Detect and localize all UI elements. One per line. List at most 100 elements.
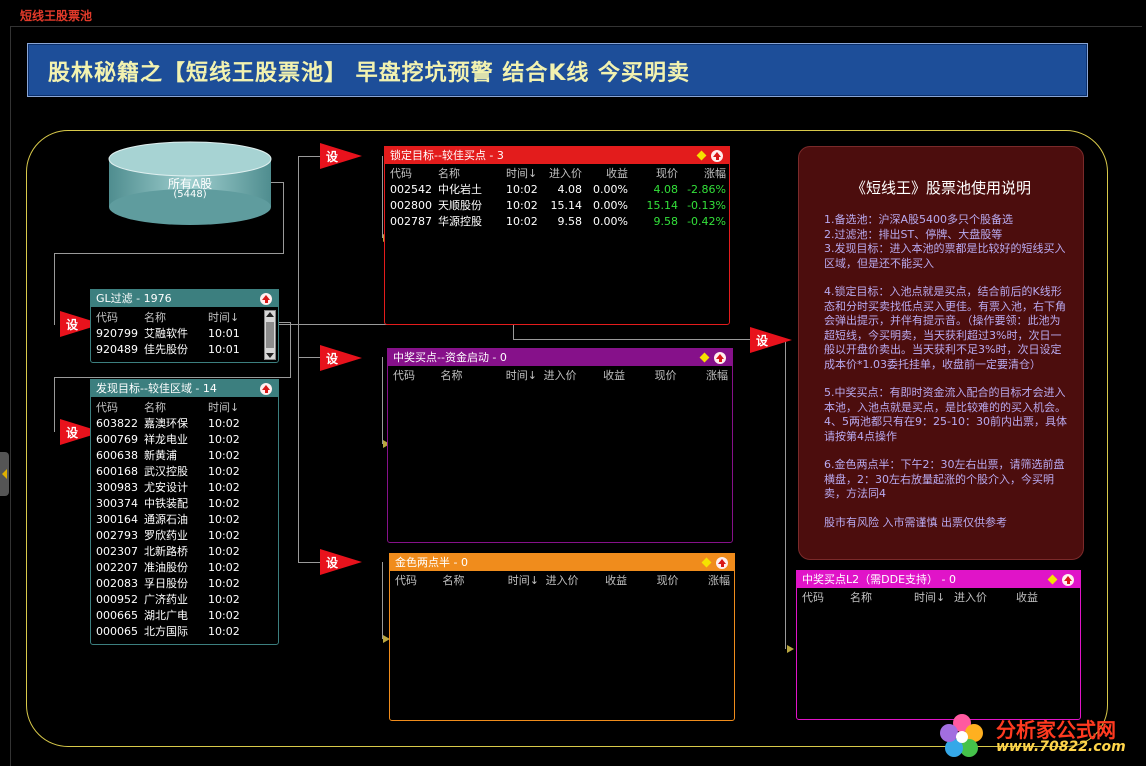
table-row[interactable]: 600168 武汉控股 10:02 (96, 463, 258, 479)
stock-name: 武汉控股 (144, 465, 188, 478)
connector (54, 377, 291, 378)
table-row[interactable]: 002787 华源控股 10:02 9.58 0.00% 9.58 -0.42% (390, 213, 726, 229)
diamond-icon[interactable] (696, 150, 707, 161)
column-header[interactable]: 时间↓ (208, 399, 258, 415)
stock-code: 600168 (96, 464, 138, 478)
stock-name: 罗欣药业 (144, 529, 188, 542)
diamond-icon[interactable] (701, 557, 712, 568)
stock-code: 002542 (390, 182, 432, 196)
table-row[interactable]: 000665 湖北广电 10:02 (96, 607, 258, 623)
table-row[interactable]: 002083 孚日股份 10:02 (96, 575, 258, 591)
column-header[interactable]: 现价 (655, 367, 706, 383)
diamond-icon[interactable] (699, 352, 710, 363)
flag-icon[interactable]: 设 (320, 143, 362, 169)
column-header[interactable]: 现价 (657, 572, 708, 588)
stock-name: 嘉澳环保 (144, 417, 188, 430)
table-row[interactable]: 300374 中铁装配 10:02 (96, 495, 258, 511)
table-row[interactable]: 000952 广济药业 10:02 (96, 591, 258, 607)
diamond-icon[interactable] (1047, 574, 1058, 585)
up-arrow-icon[interactable] (714, 351, 726, 364)
table-row[interactable]: 002800 天顺股份 10:02 15.14 0.00% 15.14 -0.13% (390, 197, 726, 213)
scroll-down-icon[interactable] (266, 353, 274, 358)
entry-time: 10:02 (208, 512, 240, 526)
table-row[interactable]: 603822 嘉澳环保 10:02 (96, 415, 258, 431)
stock-code: 002800 (390, 198, 432, 212)
current-price: 9.58 (653, 214, 679, 228)
flag-icon[interactable]: 设 (320, 345, 362, 371)
table-row[interactable]: 000065 北方国际 10:02 (96, 623, 258, 639)
column-header[interactable]: 代码 (393, 367, 441, 383)
column-header[interactable]: 涨幅 (678, 165, 726, 181)
column-header[interactable]: 名称 (438, 165, 506, 181)
table-row[interactable]: 002207 准油股份 10:02 (96, 559, 258, 575)
up-arrow-icon[interactable] (716, 556, 728, 569)
column-header[interactable]: 名称 (441, 367, 506, 383)
column-header[interactable]: 收益 (582, 165, 628, 181)
column-header[interactable]: 收益 (605, 572, 656, 588)
usage-info-panel: 《短线王》股票池使用说明 1.备选池：沪深A股5400多只个股备选 2.过滤池：… (798, 146, 1084, 560)
flag-icon[interactable]: 设 (320, 549, 362, 575)
logo-flower-icon (940, 714, 983, 757)
up-arrow-icon[interactable] (260, 292, 272, 305)
stock-code: 002307 (96, 544, 138, 558)
column-header[interactable]: 名称 (443, 572, 508, 588)
column-header[interactable]: 代码 (395, 572, 443, 588)
stock-name: 艾融软件 (144, 327, 188, 340)
table-row[interactable]: 920799 艾融软件 10:01 (96, 325, 258, 341)
column-header[interactable]: 收益 (603, 367, 654, 383)
column-header[interactable]: 代码 (96, 399, 144, 415)
connector (54, 377, 55, 432)
entry-time: 10:02 (208, 544, 240, 558)
table-row[interactable]: 600638 新黄浦 10:02 (96, 447, 258, 463)
column-header[interactable]: 时间↓ (208, 309, 258, 325)
column-header[interactable]: 时间↓ (506, 165, 542, 181)
side-collapse-handle[interactable] (0, 452, 9, 496)
table-row[interactable]: 920489 佳先股份 10:01 (96, 341, 258, 357)
gain: 0.00% (593, 214, 628, 228)
mid-buy-header: 中奖买点--资金启动 - 0 (388, 349, 732, 366)
table-row[interactable]: 002793 罗欣药业 10:02 (96, 527, 258, 543)
scroll-up-icon[interactable] (266, 312, 274, 317)
column-header[interactable]: 名称 (144, 309, 208, 325)
scrollbar[interactable] (264, 310, 276, 360)
column-header[interactable]: 代码 (96, 309, 144, 325)
flag-label: 设 (66, 426, 79, 440)
up-arrow-icon[interactable] (260, 382, 272, 395)
table-row[interactable]: 300164 通源石油 10:02 (96, 511, 258, 527)
column-header[interactable]: 代码 (802, 589, 850, 605)
stock-name: 北新路桥 (144, 545, 188, 558)
all-stocks-pool[interactable]: 所有A股 (5448) (108, 141, 272, 227)
discover-title: 发现目标--较佳区域 - 14 (96, 382, 217, 395)
scroll-thumb[interactable] (266, 322, 274, 348)
column-header[interactable]: 进入价 (544, 367, 604, 383)
stock-name: 新黄浦 (144, 449, 177, 462)
up-arrow-icon[interactable] (1062, 573, 1074, 586)
golden-panel: 金色两点半 - 0 代码 名称 时间↓ 进入价 收益 现价 涨幅 (389, 553, 735, 721)
info-text: 1.备选池：沪深A股5400多只个股备选 2.过滤池：排出ST、停牌、大盘股等 … (824, 213, 1069, 544)
arrowhead (787, 645, 794, 653)
table-row[interactable]: 300983 尤安设计 10:02 (96, 479, 258, 495)
up-arrow-icon[interactable] (711, 149, 723, 162)
stock-code: 000665 (96, 608, 138, 622)
column-header[interactable]: 时间↓ (508, 572, 546, 588)
window-left-border (10, 26, 11, 766)
entry-time: 10:02 (506, 198, 538, 212)
column-header[interactable]: 时间↓ (506, 367, 544, 383)
table-row[interactable]: 600769 祥龙电业 10:02 (96, 431, 258, 447)
column-header[interactable]: 进入价 (546, 572, 606, 588)
column-header[interactable]: 进入价 (542, 165, 582, 181)
column-header[interactable]: 名称 (144, 399, 208, 415)
column-header[interactable]: 进入价 (954, 589, 1016, 605)
column-header[interactable]: 涨幅 (708, 572, 734, 588)
column-header[interactable]: 收益 (1016, 589, 1046, 605)
flag-icon[interactable]: 设 (750, 327, 792, 353)
table-row[interactable]: 002542 中化岩土 10:02 4.08 0.00% 4.08 -2.86% (390, 181, 726, 197)
column-header[interactable]: 名称 (850, 589, 914, 605)
column-header[interactable]: 涨幅 (706, 367, 732, 383)
info-paragraph: 6.金色两点半：下午2：30左右出票，请筛选前盘横盘，2：30左右放量起涨的个股… (824, 458, 1065, 500)
column-header[interactable]: 时间↓ (914, 589, 954, 605)
table-row[interactable]: 002307 北新路桥 10:02 (96, 543, 258, 559)
column-header[interactable]: 现价 (628, 165, 678, 181)
column-header[interactable]: 代码 (390, 165, 438, 181)
connector (283, 182, 284, 254)
